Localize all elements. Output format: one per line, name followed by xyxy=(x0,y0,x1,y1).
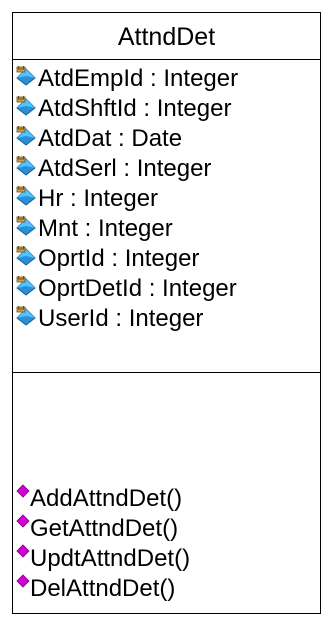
attribute-label: OprtId : Integer xyxy=(38,245,200,272)
attribute-label: UserId : Integer xyxy=(38,305,204,332)
operation-label: GetAttndDet() xyxy=(30,515,179,542)
attribute-row: AtdDat : Date xyxy=(12,124,321,153)
attribute-row: OprtDetId : Integer xyxy=(12,274,321,303)
attribute-row: Hr : Integer xyxy=(12,184,321,213)
protected-attribute-icon xyxy=(16,306,36,326)
attribute-label: Hr : Integer xyxy=(38,185,159,212)
uml-class-box: AttndDet AtdEmpId : Integer AtdShftId : … xyxy=(12,12,321,614)
protected-attribute-icon xyxy=(16,156,36,176)
attribute-label: OprtDetId : Integer xyxy=(38,275,237,302)
attribute-label: AtdShftId : Integer xyxy=(38,95,232,122)
operation-row: GetAttndDet() xyxy=(12,514,321,543)
protected-attribute-icon xyxy=(16,276,36,296)
protected-attribute-icon xyxy=(16,216,36,236)
attribute-label: AtdEmpId : Integer xyxy=(38,65,239,92)
class-name: AttndDet xyxy=(117,23,216,51)
public-operation-icon xyxy=(16,484,30,498)
protected-attribute-icon xyxy=(16,96,36,116)
public-operation-icon xyxy=(16,574,30,588)
attribute-row: AtdEmpId : Integer xyxy=(12,64,321,93)
attribute-label: Mnt : Integer xyxy=(38,215,173,242)
attribute-row: UserId : Integer xyxy=(12,304,321,333)
operation-label: AddAttndDet() xyxy=(30,485,183,512)
protected-attribute-icon xyxy=(16,186,36,206)
operation-row: AddAttndDet() xyxy=(12,484,321,513)
attribute-row: Mnt : Integer xyxy=(12,214,321,243)
public-operation-icon xyxy=(16,544,30,558)
attribute-label: AtdDat : Date xyxy=(38,125,183,152)
public-operation-icon xyxy=(16,514,30,528)
attribute-row: AtdShftId : Integer xyxy=(12,94,321,123)
attribute-row: OprtId : Integer xyxy=(12,244,321,273)
operation-row: UpdtAttndDet() xyxy=(12,544,321,573)
protected-attribute-icon xyxy=(16,66,36,86)
attribute-label: AtdSerl : Integer xyxy=(38,155,212,182)
operation-row: DelAttndDet() xyxy=(12,574,321,603)
attribute-row: AtdSerl : Integer xyxy=(12,154,321,183)
protected-attribute-icon xyxy=(16,126,36,146)
operation-label: DelAttndDet() xyxy=(30,575,176,602)
protected-attribute-icon xyxy=(16,246,36,266)
name-compartment-divider xyxy=(12,59,321,60)
operations-compartment-divider xyxy=(12,372,321,373)
operation-label: UpdtAttndDet() xyxy=(30,545,191,572)
